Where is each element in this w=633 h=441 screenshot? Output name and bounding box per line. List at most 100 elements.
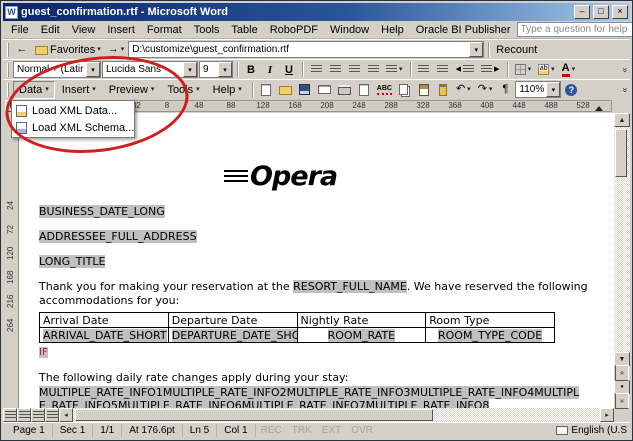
recount-button[interactable]: Recount bbox=[493, 41, 540, 59]
bullets-button[interactable] bbox=[434, 61, 452, 79]
back-button[interactable]: ← bbox=[13, 41, 31, 59]
numbering-button[interactable] bbox=[415, 61, 433, 79]
reservation-table: Arrival Date Departure Date Nightly Rate… bbox=[39, 312, 555, 343]
previous-page-button[interactable]: « bbox=[615, 365, 629, 381]
data-menu-button[interactable]: Data▾ bbox=[13, 81, 55, 99]
print-layout-view-button[interactable] bbox=[31, 408, 45, 422]
maximize-button[interactable]: □ bbox=[593, 5, 609, 19]
menu-file[interactable]: File bbox=[5, 22, 35, 38]
menu-robopdf[interactable]: RoboPDF bbox=[264, 22, 324, 38]
style-dropdown-button[interactable]: ▾ bbox=[86, 62, 100, 77]
open-button[interactable] bbox=[276, 81, 295, 99]
menu-help[interactable]: Help bbox=[375, 22, 410, 38]
go-button[interactable]: → ▾ bbox=[105, 41, 128, 59]
style-combobox[interactable]: Normal + (Latir ▾ bbox=[13, 61, 101, 78]
font-dropdown-button[interactable]: ▾ bbox=[183, 62, 197, 77]
format-painter-button[interactable] bbox=[434, 81, 452, 99]
field-addressee-full-address: ADDRESSEE_FULL_ADDRESS bbox=[39, 230, 197, 243]
right-indent-marker[interactable] bbox=[595, 106, 603, 111]
font-size-dropdown-button[interactable]: ▾ bbox=[218, 62, 232, 77]
insert-menu-button[interactable]: Insert▾ bbox=[56, 81, 102, 99]
highlight-button[interactable]: ab▾ bbox=[535, 61, 558, 79]
menu-window[interactable]: Window bbox=[324, 22, 375, 38]
new-document-button[interactable] bbox=[257, 81, 275, 99]
decrease-indent-button[interactable]: ◂ bbox=[453, 61, 478, 79]
minimize-button[interactable]: – bbox=[574, 5, 590, 19]
print-preview-button[interactable] bbox=[355, 81, 373, 99]
close-button[interactable]: × bbox=[612, 5, 628, 19]
menu-format[interactable]: Format bbox=[141, 22, 188, 38]
menu-oracle-bi-publisher[interactable]: Oracle BI Publisher bbox=[410, 22, 517, 38]
spelling-button[interactable]: ABC bbox=[374, 81, 395, 99]
italic-button[interactable]: I bbox=[261, 61, 279, 79]
rec-toggle[interactable]: REC bbox=[256, 424, 287, 437]
align-left-button[interactable] bbox=[307, 61, 325, 79]
menu-edit[interactable]: Edit bbox=[35, 22, 66, 38]
toolbar-separator bbox=[410, 62, 411, 77]
menu-view[interactable]: View bbox=[66, 22, 102, 38]
align-right-button[interactable] bbox=[345, 61, 363, 79]
horizontal-scroll-track[interactable] bbox=[73, 408, 600, 422]
bold-button[interactable]: B bbox=[242, 61, 260, 79]
show-hide-marks-button[interactable]: ¶ bbox=[496, 81, 514, 99]
word-app-icon[interactable]: W bbox=[5, 6, 18, 19]
ovr-toggle[interactable]: OVR bbox=[346, 424, 378, 437]
scroll-up-button[interactable]: ▲ bbox=[614, 113, 630, 127]
font-combobox[interactable]: Lucida Sans ▾ bbox=[102, 61, 198, 78]
undo-button[interactable]: ↶▾ bbox=[453, 81, 474, 99]
address-dropdown-button[interactable]: ▾ bbox=[469, 42, 483, 57]
normal-view-button[interactable] bbox=[3, 408, 17, 422]
toolbar-grip[interactable] bbox=[7, 43, 10, 57]
save-button[interactable] bbox=[296, 81, 314, 99]
insert-menu-label: Insert bbox=[62, 84, 90, 96]
zoom-combobox[interactable]: 110% ▾ bbox=[515, 81, 561, 98]
word-help-button[interactable]: ? bbox=[562, 81, 580, 99]
font-color-button[interactable]: A▾ bbox=[559, 61, 578, 79]
font-size-combobox[interactable]: 9 ▾ bbox=[199, 61, 233, 78]
select-browse-object-button[interactable]: ● bbox=[614, 380, 630, 394]
toolbar-grip[interactable] bbox=[7, 63, 10, 77]
ext-toggle[interactable]: EXT bbox=[317, 424, 346, 437]
copy-button[interactable] bbox=[396, 81, 414, 99]
toolbar-options-chevron[interactable]: » bbox=[620, 87, 630, 92]
tools-menu-button[interactable]: Tools▾ bbox=[161, 81, 205, 99]
borders-button[interactable]: ▾ bbox=[512, 61, 535, 79]
vertical-scroll-track[interactable] bbox=[614, 127, 630, 352]
paste-button[interactable] bbox=[415, 81, 433, 99]
load-xml-data-icon bbox=[16, 105, 27, 117]
increase-indent-button[interactable]: ▸ bbox=[478, 61, 503, 79]
address-combobox[interactable]: D:\customize\guest_confirmation.rtf ▾ bbox=[128, 41, 484, 58]
underline-button[interactable]: U bbox=[280, 61, 298, 79]
scroll-left-button[interactable]: ◂ bbox=[59, 408, 73, 422]
line-spacing-button[interactable]: ▾ bbox=[383, 61, 406, 79]
help-menu-button[interactable]: Help▾ bbox=[207, 81, 248, 99]
justify-button[interactable] bbox=[364, 61, 382, 79]
menu-tools[interactable]: Tools bbox=[188, 22, 226, 38]
menu-item-load-xml-schema[interactable]: Load XML Schema... bbox=[13, 119, 133, 136]
toolbar-grip[interactable] bbox=[7, 83, 10, 97]
document-area[interactable]: Opera BUSINESS_DATE_LONG ADDRESSEE_FULL_… bbox=[19, 113, 614, 408]
favorites-button[interactable]: Favorites ▾ bbox=[32, 41, 104, 59]
toolbar-options-chevron[interactable]: » bbox=[620, 67, 630, 72]
redo-button[interactable]: ↷▾ bbox=[475, 81, 496, 99]
align-center-button[interactable] bbox=[326, 61, 344, 79]
trk-toggle[interactable]: TRK bbox=[287, 424, 317, 437]
menu-insert[interactable]: Insert bbox=[101, 22, 141, 38]
scroll-right-button[interactable]: ▸ bbox=[600, 408, 614, 422]
web-layout-view-button[interactable] bbox=[17, 408, 31, 422]
question-for-help-input[interactable] bbox=[517, 22, 633, 37]
ruler-number: 8 bbox=[151, 101, 183, 111]
outline-view-button[interactable] bbox=[45, 408, 59, 422]
email-button[interactable] bbox=[315, 81, 334, 99]
print-button[interactable] bbox=[335, 81, 354, 99]
preview-menu-button[interactable]: Preview▾ bbox=[103, 81, 161, 99]
menu-table[interactable]: Table bbox=[225, 22, 263, 38]
next-page-button[interactable]: » bbox=[615, 393, 629, 409]
horizontal-scroll-thumb[interactable] bbox=[75, 409, 433, 421]
chevron-down-icon: ▾ bbox=[238, 86, 242, 93]
vertical-scroll-thumb[interactable] bbox=[615, 129, 627, 177]
zoom-dropdown-button[interactable]: ▾ bbox=[546, 82, 560, 97]
scroll-down-button[interactable]: ▼ bbox=[614, 352, 630, 366]
cell-room-rate: ROOM_RATE bbox=[297, 328, 426, 343]
menu-item-load-xml-data[interactable]: Load XML Data... bbox=[13, 102, 133, 119]
